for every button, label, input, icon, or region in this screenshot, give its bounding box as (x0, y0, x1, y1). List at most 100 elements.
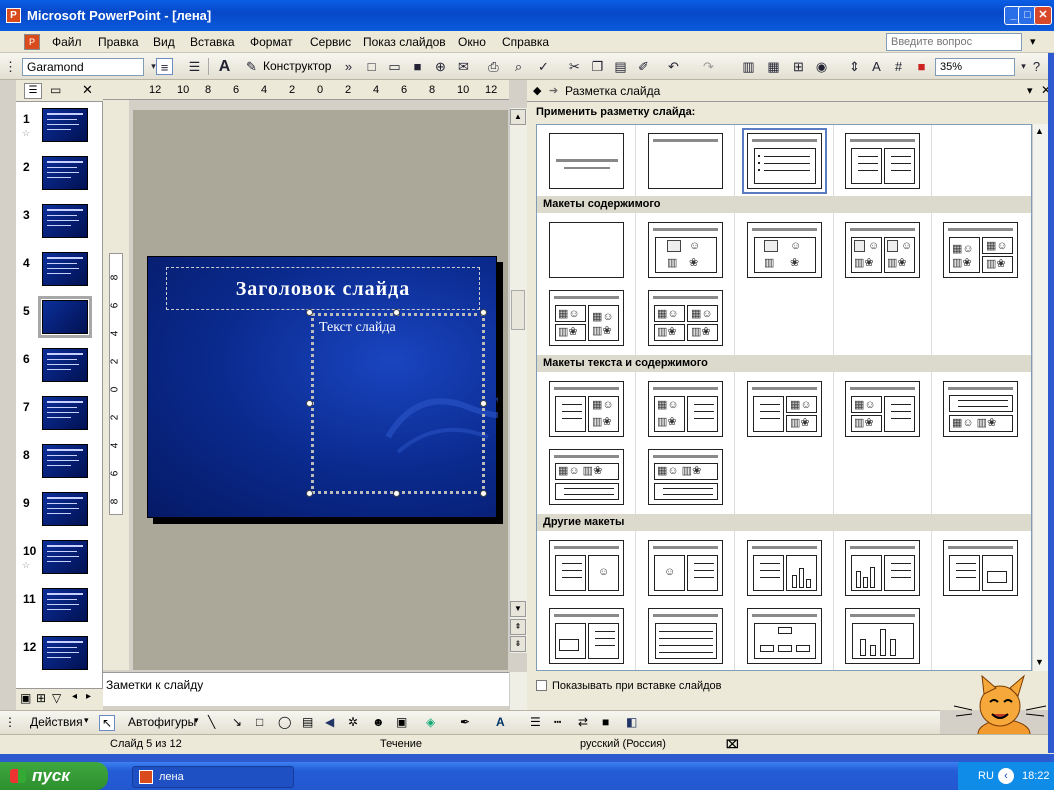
layout-title-two-and-content[interactable]: ▦☺ ▥❀ ▦☺ ▥❀ (549, 290, 624, 346)
save-icon[interactable]: ■ (409, 58, 426, 75)
layout-text-and-clipart[interactable]: ☺ (549, 540, 624, 596)
copy-icon[interactable]: ❐ (589, 58, 606, 75)
slide-sorter-icon[interactable]: ⊞ (36, 691, 46, 705)
cut-icon[interactable]: ✂ (566, 58, 583, 75)
resize-handle[interactable] (393, 309, 400, 316)
resize-handle[interactable] (306, 490, 313, 497)
slide-thumbnail-row[interactable]: 9 (16, 490, 103, 538)
layout-title-slide[interactable] (549, 133, 624, 189)
slide-thumbnail-row[interactable]: 4 (16, 250, 103, 298)
insert-diagram-icon[interactable]: ◉ (813, 58, 830, 75)
email-icon[interactable]: ✉ (455, 58, 472, 75)
arrow-icon[interactable]: ↘ (232, 715, 242, 729)
menu-help[interactable]: Справка (502, 35, 549, 49)
layout-text-and-two-content[interactable]: ▦☺ ▥❀ (747, 381, 822, 437)
shadow-icon[interactable]: ■ (602, 715, 609, 729)
slide-thumbnail[interactable] (42, 636, 88, 670)
previous-slide-icon[interactable]: ⇞ (510, 619, 526, 635)
layout-title-and-table[interactable] (648, 608, 723, 664)
wordart-icon[interactable]: ◀ (325, 715, 334, 729)
diagram-icon[interactable]: ✲ (348, 715, 358, 729)
text-placeholder[interactable]: Текст слайда (311, 313, 485, 494)
layout-text-and-chart[interactable] (747, 540, 822, 596)
dropdown-arrow-icon[interactable]: ▾ (84, 715, 89, 726)
slide-thumbnail[interactable] (42, 396, 88, 430)
slide-thumbnail-row[interactable]: 8 (16, 442, 103, 490)
select-objects-icon[interactable]: ↖ (99, 715, 116, 731)
task-pane-menu-icon[interactable]: ▾ (1027, 84, 1033, 97)
menu-insert[interactable]: Вставка (190, 35, 235, 49)
layout-blank[interactable] (549, 222, 624, 278)
resize-handle[interactable] (480, 490, 487, 497)
slide-thumbnail-row[interactable]: 3 (16, 202, 103, 250)
tab-outline[interactable]: ☰ (24, 83, 42, 99)
language-indicator[interactable]: RU (978, 762, 994, 790)
layout-title-and-content[interactable]: ☺ ▥ ❀ (747, 222, 822, 278)
dropdown-arrow-icon[interactable]: ▾ (1030, 35, 1036, 48)
line-color-icon[interactable]: ✒ (460, 715, 470, 729)
layout-two-column-text[interactable] (845, 133, 920, 189)
powerpoint-icon[interactable]: P (6, 8, 21, 23)
tray-arrow-icon[interactable]: ‹ (998, 768, 1014, 784)
3d-style-icon[interactable]: ◧ (626, 715, 637, 729)
forward-icon[interactable]: ➔ (549, 84, 558, 97)
taskbar-item-powerpoint[interactable]: лена (132, 766, 294, 788)
autoshapes-menu[interactable]: Автофигуры (128, 715, 196, 729)
layout-title-content-and-two[interactable]: ▦☺ ▥❀ ▦☺ ▥❀ (943, 222, 1018, 278)
print-icon[interactable]: ⎙ (485, 58, 502, 75)
slide-thumbnail[interactable] (42, 588, 88, 622)
print-preview-icon[interactable]: ⌕ (510, 58, 527, 75)
line-style-icon[interactable]: ☰ (530, 715, 541, 729)
slide-thumbnail-row[interactable]: 12 (16, 634, 103, 682)
dropdown-arrow-icon[interactable]: ▾ (194, 715, 199, 726)
layout-title-and-diagram[interactable] (747, 608, 822, 664)
font-name-box[interactable]: Garamond (22, 58, 144, 76)
more-buttons-icon[interactable]: » (340, 58, 357, 75)
ask-question-input[interactable] (886, 33, 1022, 51)
actions-menu[interactable]: Действия (30, 715, 83, 729)
open-icon[interactable]: ▭ (386, 58, 403, 75)
oval-icon[interactable]: ◯ (278, 715, 291, 729)
layout-clipart-and-text[interactable]: ☺ (648, 540, 723, 596)
menu-tools[interactable]: Сервис (310, 35, 351, 49)
color-grayscale-icon[interactable]: ■ (913, 58, 930, 75)
layout-text-and-media[interactable] (943, 540, 1018, 596)
layout-content[interactable]: ☺ ▥ ❀ (648, 222, 723, 278)
slide-thumbnail[interactable] (42, 492, 88, 526)
close-panel-icon[interactable]: ✕ (82, 82, 93, 98)
slide-thumbnail-row[interactable]: 6 (16, 346, 103, 394)
layout-title-only[interactable] (648, 133, 723, 189)
scroll-up-icon[interactable]: ▲ (1035, 126, 1044, 136)
spelling-status-icon[interactable]: ⌧ (726, 738, 739, 751)
dash-style-icon[interactable]: ┅ (554, 715, 561, 729)
designer-button[interactable]: Конструктор (263, 59, 331, 73)
slide-thumbnail[interactable] (42, 444, 88, 478)
font-color-icon[interactable]: A (496, 715, 505, 729)
align-left-icon[interactable]: ≡ (156, 58, 173, 75)
layout-two-content-over-text[interactable]: ▦☺ ▥❀ (549, 449, 624, 505)
clipart-icon[interactable]: ☻ (372, 715, 385, 729)
layout-content-over-text[interactable]: ▦☺ ▥❀ (648, 449, 723, 505)
slide-thumbnail-row[interactable]: 5 (16, 296, 103, 346)
slide-thumbnail[interactable] (42, 540, 88, 574)
textbox-icon[interactable]: ▤ (302, 715, 313, 729)
show-formatting-icon[interactable]: A (868, 58, 885, 75)
resize-handle[interactable] (306, 400, 313, 407)
help-icon[interactable]: ? (1028, 58, 1045, 75)
scroll-down-icon[interactable]: ▼ (1035, 657, 1044, 667)
scroll-up-icon[interactable]: ▲ (510, 109, 526, 125)
resize-handle[interactable] (480, 309, 487, 316)
layout-two-content-and-text[interactable]: ▦☺ ▥❀ (845, 381, 920, 437)
back-icon[interactable]: ◆ (533, 84, 541, 97)
scrollbar-thumb[interactable] (511, 290, 525, 330)
font-size-icon[interactable]: A (216, 58, 233, 75)
slide-vertical-scrollbar[interactable] (509, 108, 527, 653)
layout-title-and-chart[interactable] (845, 608, 920, 664)
slide-thumbnail[interactable] (42, 156, 88, 190)
arrow-style-icon[interactable]: ⇄ (578, 715, 588, 729)
resize-handle[interactable] (306, 309, 313, 316)
slide-thumbnail-row[interactable]: 10 ☆ (16, 538, 103, 586)
resize-handle[interactable] (393, 490, 400, 497)
layout-text-over-two-content[interactable]: ▦☺ ▥❀ (943, 381, 1018, 437)
slideshow-icon[interactable]: ▽ (52, 691, 61, 705)
